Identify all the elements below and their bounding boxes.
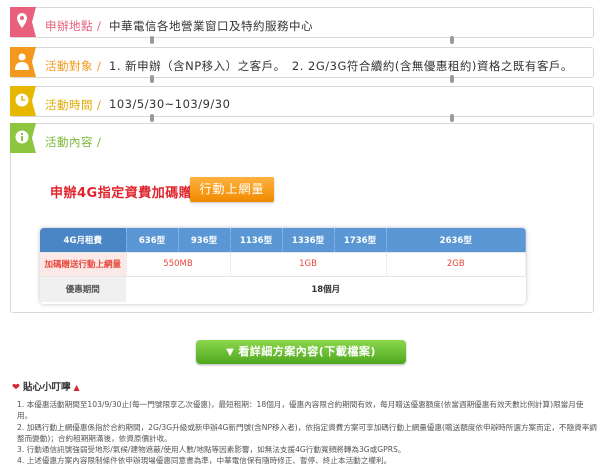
- tip-item: 1. 本優惠活動期間至103/9/30止(每一門號限享乙次優惠)，最短租期：18…: [17, 400, 584, 421]
- info-icon: [15, 130, 29, 144]
- promo-period-label: 優惠期間: [40, 275, 127, 302]
- target-row: 活動對象/ 1. 新申辦（含NP移入）之客戶。 2. 2G/3G符合續約(含無優…: [10, 47, 594, 78]
- plan-header-row: 4G月租費 636型 936型 1136型 1336型 1736型 2636型: [40, 228, 526, 252]
- location-value: 中華電信各地營業窗口及特約服務中心: [109, 19, 313, 33]
- tip-item: 2. 加碼行動上網優惠係指於合約期間，2G/3G升級或新申辦4G新門號(含NP移…: [17, 422, 597, 443]
- period-label: 活動時間 /: [45, 98, 102, 112]
- period-row: 活動時間/ 103/5/30~103/9/30: [10, 86, 594, 117]
- download-arrow-icon: ▼: [226, 347, 235, 358]
- plan-table: 4G月租費 636型 936型 1136型 1336型 1736型 2636型 …: [40, 228, 526, 304]
- tip-item: 4. 上述優惠方案內容限制條件依申辦現場優惠同意書為準，中華電信保有隨時修正、暫…: [17, 456, 392, 466]
- clock-icon: [15, 93, 29, 107]
- plan-636: 636型: [126, 228, 179, 252]
- tip-item: 3. 行動通信訊號強弱受地形/氣候/建物遮蔽/使用人數/地點等因素影響，如無法支…: [17, 445, 406, 455]
- target-tab: [10, 47, 36, 77]
- plan-1136: 1136型: [230, 228, 283, 252]
- target-value: 1. 新申辦（含NP移入）之客戶。 2. 2G/3G符合續約(含無優惠租約)資格…: [109, 59, 573, 73]
- bonus-row: 加碼贈送行動上網量 550MB 1GB 2GB: [40, 251, 526, 276]
- bonus-550mb: 550MB: [126, 251, 231, 276]
- mobile-data-button[interactable]: 行動上網量: [190, 177, 274, 202]
- location-label: 申辦地點 /: [45, 19, 102, 33]
- location-row: 申辦地點 / 中華電信各地營業窗口及特約服務中心: [10, 7, 594, 38]
- plan-1736: 1736型: [334, 228, 387, 252]
- tips-heading: ❤ 貼心小叮嚀 ▲: [12, 379, 80, 393]
- location-tab: [10, 7, 36, 37]
- bonus-1gb: 1GB: [230, 251, 387, 276]
- period-value: 103/5/30~103/9/30: [109, 97, 231, 111]
- target-label: 活動對象 /: [45, 59, 102, 73]
- promo-period-value: 18個月: [126, 275, 526, 302]
- bonus-label: 加碼贈送行動上網量: [40, 251, 127, 276]
- tips-list: 1. 本優惠活動期間至103/9/30止(每一門號限享乙次優惠)，最短租期：18…: [17, 399, 597, 467]
- promo-title: 申辦4G指定資費加碼贈送: [50, 186, 206, 201]
- bonus-2gb: 2GB: [386, 251, 526, 276]
- download-button-label: 看詳細方案內容(下載檔案): [238, 345, 376, 358]
- download-details-button[interactable]: ▼ 看詳細方案內容(下載檔案): [196, 340, 406, 364]
- plan-2636: 2636型: [386, 228, 526, 252]
- content-tab: [10, 123, 36, 153]
- plan-1336: 1336型: [282, 228, 335, 252]
- heart-icon: ❤: [12, 382, 20, 393]
- period-row-table: 優惠期間 18個月: [40, 275, 526, 302]
- plan-header-label: 4G月租費: [40, 228, 127, 252]
- tips-title: 貼心小叮嚀: [22, 382, 71, 393]
- plan-936: 936型: [178, 228, 231, 252]
- period-tab: [10, 86, 36, 116]
- content-label: 活動內容 /: [45, 135, 102, 149]
- warning-icon: ▲: [73, 383, 80, 392]
